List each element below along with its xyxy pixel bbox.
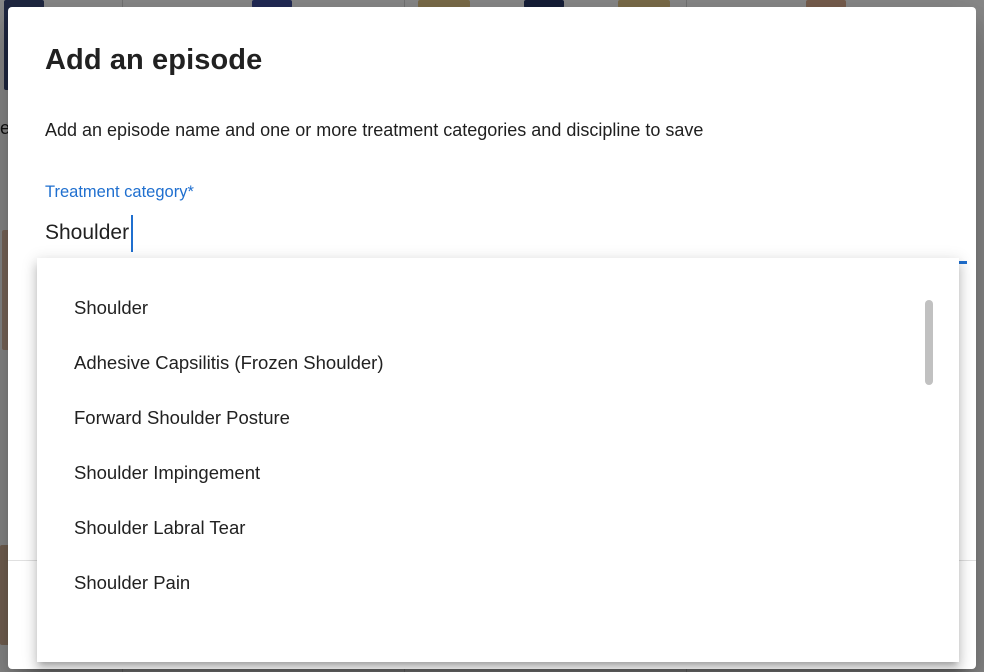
suggestion-scrollbar[interactable]	[925, 300, 933, 385]
treatment-category-input[interactable]: Shoulder	[45, 213, 967, 253]
suggestion-option[interactable]: Forward Shoulder Posture	[37, 390, 959, 445]
treatment-category-suggestions: Shoulder Adhesive Capsilitis (Frozen Sho…	[37, 258, 959, 662]
suggestion-list: Shoulder Adhesive Capsilitis (Frozen Sho…	[37, 258, 959, 610]
treatment-category-label: Treatment category*	[45, 183, 194, 201]
treatment-category-field[interactable]: Treatment category* Shoulder	[45, 183, 967, 265]
suggestion-option[interactable]: Shoulder Pain	[37, 555, 959, 610]
suggestion-option[interactable]: Shoulder	[37, 280, 959, 335]
text-cursor	[131, 214, 134, 252]
treatment-category-value: Shoulder	[45, 221, 130, 244]
suggestion-option[interactable]: Shoulder Labral Tear	[37, 500, 959, 555]
suggestion-option[interactable]: Shoulder Impingement	[37, 445, 959, 500]
dialog-description: Add an episode name and one or more trea…	[45, 120, 704, 140]
suggestion-option[interactable]: Adhesive Capsilitis (Frozen Shoulder)	[37, 335, 959, 390]
dialog-title: Add an episode	[45, 44, 263, 76]
